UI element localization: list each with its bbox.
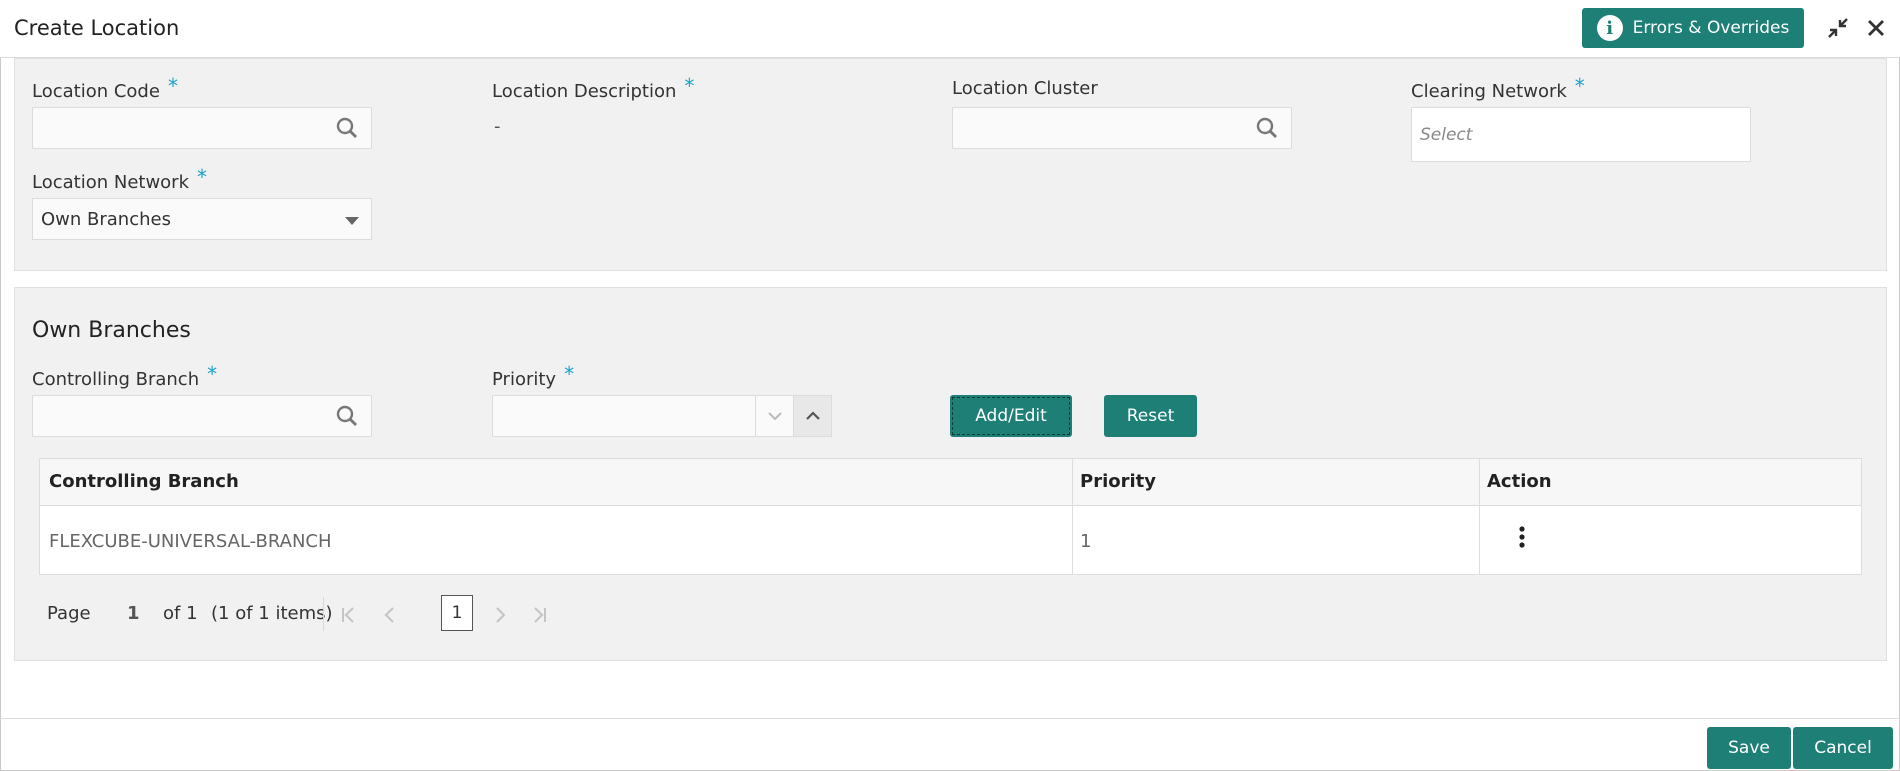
chevron-up-icon bbox=[805, 411, 820, 420]
add-edit-button[interactable]: Add/Edit bbox=[950, 395, 1072, 437]
page-items-count: (1 of 1 items) bbox=[211, 603, 333, 624]
cancel-button[interactable]: Cancel bbox=[1793, 727, 1893, 769]
cell-controlling-branch: FLEXCUBE-UNIVERSAL-BRANCH bbox=[49, 531, 332, 552]
location-cluster-label: Location Cluster bbox=[952, 78, 1098, 99]
minimize-icon[interactable] bbox=[1824, 14, 1852, 42]
close-icon[interactable] bbox=[1862, 14, 1890, 42]
location-details-panel: Location Code * Location Description * - L… bbox=[14, 58, 1887, 271]
location-cluster-field[interactable] bbox=[952, 107, 1292, 149]
location-description-label: Location Description * bbox=[492, 74, 695, 102]
previous-page-icon[interactable] bbox=[381, 605, 399, 625]
priority-input[interactable] bbox=[493, 396, 755, 436]
errors-overrides-button[interactable]: i Errors & Overrides bbox=[1582, 8, 1804, 48]
page-label: Page bbox=[47, 603, 91, 624]
footer-divider bbox=[0, 718, 1900, 719]
search-icon[interactable] bbox=[335, 116, 359, 140]
controlling-branch-input[interactable] bbox=[33, 396, 371, 436]
table-header: Controlling Branch Priority Action bbox=[40, 459, 1861, 506]
location-network-select[interactable]: Own Branches bbox=[32, 198, 372, 240]
location-code-label: Location Code * bbox=[32, 74, 178, 102]
errors-overrides-label: Errors & Overrides bbox=[1632, 18, 1790, 38]
priority-stepper[interactable] bbox=[492, 395, 832, 437]
clearing-network-field[interactable] bbox=[1411, 107, 1751, 162]
branches-table: Controlling Branch Priority Action FLEXC… bbox=[39, 458, 1862, 575]
column-divider bbox=[1479, 459, 1480, 574]
location-cluster-input[interactable] bbox=[953, 108, 1291, 148]
location-code-input[interactable] bbox=[33, 108, 371, 148]
chevron-down-icon bbox=[767, 412, 782, 421]
reset-button[interactable]: Reset bbox=[1104, 395, 1197, 437]
search-icon[interactable] bbox=[335, 404, 359, 428]
clearing-network-select[interactable] bbox=[1412, 108, 1750, 161]
priority-label: Priority * bbox=[492, 362, 575, 390]
decrement-button[interactable] bbox=[755, 396, 793, 436]
location-network-label: Location Network * bbox=[32, 165, 208, 193]
increment-button[interactable] bbox=[793, 396, 831, 436]
pager-divider bbox=[323, 597, 324, 631]
cell-priority: 1 bbox=[1080, 531, 1092, 552]
save-button[interactable]: Save bbox=[1707, 727, 1791, 769]
location-code-field[interactable] bbox=[32, 107, 372, 149]
location-network-value: Own Branches bbox=[41, 209, 171, 230]
caret-down-icon bbox=[345, 217, 359, 225]
page-current: 1 bbox=[127, 603, 140, 624]
location-description-value: - bbox=[494, 116, 501, 137]
search-icon[interactable] bbox=[1255, 116, 1279, 140]
own-branches-panel: Own Branches Controlling Branch * Priorit… bbox=[14, 287, 1887, 661]
page-title: Create Location bbox=[14, 16, 180, 40]
page-of-total: of 1 bbox=[163, 603, 198, 624]
controlling-branch-field[interactable] bbox=[32, 395, 372, 437]
column-header-action: Action bbox=[1487, 471, 1552, 492]
last-page-icon[interactable] bbox=[531, 605, 549, 625]
clearing-network-label: Clearing Network * bbox=[1411, 74, 1585, 102]
column-header-controlling-branch[interactable]: Controlling Branch bbox=[49, 471, 239, 492]
column-divider bbox=[1072, 459, 1073, 574]
header-bar: Create Location i Errors & Overrides bbox=[0, 0, 1900, 58]
info-icon: i bbox=[1596, 15, 1623, 41]
more-actions-icon[interactable] bbox=[1512, 525, 1532, 549]
first-page-icon[interactable] bbox=[339, 605, 357, 625]
page-number-button[interactable]: 1 bbox=[441, 595, 473, 631]
own-branches-title: Own Branches bbox=[32, 318, 191, 343]
controlling-branch-label: Controlling Branch * bbox=[32, 362, 218, 390]
next-page-icon[interactable] bbox=[491, 605, 509, 625]
column-header-priority[interactable]: Priority bbox=[1080, 471, 1156, 492]
